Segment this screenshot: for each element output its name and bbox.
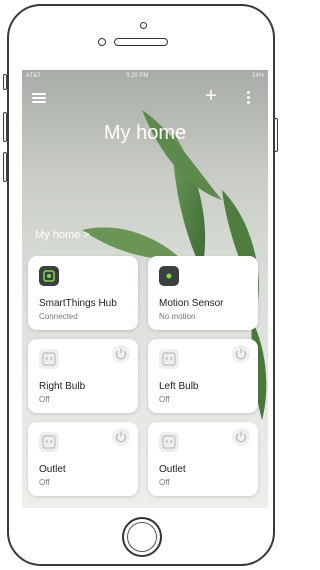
outlet-icon — [39, 432, 59, 452]
hub-icon — [39, 266, 59, 286]
device-card-left-bulb[interactable]: Left Bulb Off — [148, 339, 258, 413]
outlet-icon — [159, 349, 179, 369]
device-status: Off — [39, 478, 50, 487]
device-name: SmartThings Hub — [39, 298, 117, 309]
proximity-sensor — [140, 22, 147, 29]
power-icon[interactable] — [112, 345, 130, 363]
device-name: Right Bulb — [39, 381, 86, 392]
device-name: Outlet — [39, 464, 66, 475]
device-name: Left Bulb — [159, 381, 199, 392]
carrier-label: AT&T — [26, 73, 41, 79]
breadcrumb[interactable]: My home > — [35, 229, 90, 241]
outlet-icon — [39, 349, 59, 369]
device-status: Off — [39, 395, 50, 404]
power-icon[interactable] — [112, 428, 130, 446]
volume-down-button — [3, 152, 7, 182]
mute-switch — [3, 74, 7, 90]
volume-up-button — [3, 112, 7, 142]
vertical-dots-icon[interactable] — [243, 90, 253, 106]
battery-level: 24% — [251, 73, 264, 79]
earpiece-speaker — [114, 38, 168, 46]
device-status: No motion — [159, 312, 196, 321]
device-card-right-bulb[interactable]: Right Bulb Off — [28, 339, 138, 413]
device-card-outlet-2[interactable]: Outlet Off — [148, 422, 258, 496]
device-status: Off — [159, 478, 170, 487]
device-status: Connected — [39, 312, 78, 321]
device-status: Off — [159, 395, 170, 404]
power-icon[interactable] — [232, 428, 250, 446]
page-title: My home — [103, 122, 187, 144]
device-name: Motion Sensor — [159, 298, 224, 309]
hamburger-icon[interactable] — [32, 92, 48, 104]
outlet-icon — [159, 432, 179, 452]
device-name: Outlet — [159, 464, 186, 475]
motion-sensor-icon — [159, 266, 179, 286]
device-card-motion-sensor[interactable]: Motion Sensor No motion — [148, 256, 258, 330]
app-screen: AT&T 3:29 PM 24% + My home My home > Sma… — [22, 70, 268, 508]
status-bar: AT&T 3:29 PM 24% — [22, 70, 268, 82]
device-card-outlet-1[interactable]: Outlet Off — [28, 422, 138, 496]
power-icon[interactable] — [232, 345, 250, 363]
power-button — [274, 118, 278, 152]
front-camera — [98, 38, 106, 46]
clock: 3:29 PM — [126, 73, 149, 79]
device-card-smartthings-hub[interactable]: SmartThings Hub Connected — [28, 256, 138, 330]
home-button[interactable] — [122, 517, 162, 557]
plus-icon[interactable]: + — [202, 86, 220, 106]
